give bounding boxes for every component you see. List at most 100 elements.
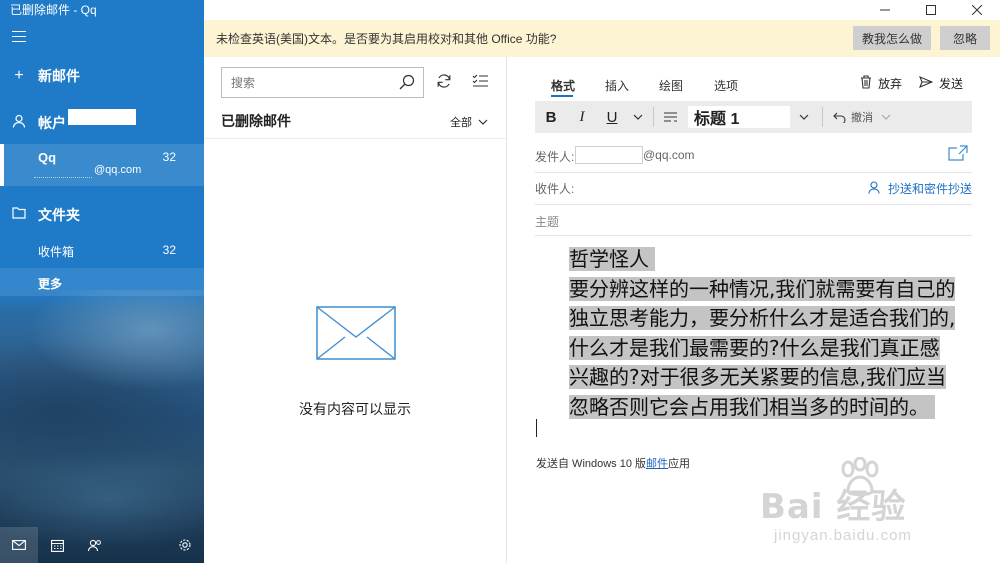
body-line-text: 独立思考能力，要分析什么才是适合我们的, bbox=[569, 306, 956, 331]
watermark-brand: Bai 经验 bbox=[760, 487, 907, 527]
ribbon-divider bbox=[653, 107, 654, 127]
style-dropdown-chevron-icon[interactable] bbox=[790, 101, 818, 133]
more-label: 更多 bbox=[38, 277, 63, 291]
person-icon bbox=[868, 180, 880, 197]
gear-icon[interactable] bbox=[166, 527, 204, 563]
popout-icon[interactable] bbox=[948, 145, 968, 164]
account-unread-count: 32 bbox=[162, 150, 176, 164]
redacted-email-prefix bbox=[34, 166, 92, 178]
from-email-suffix: @qq.com bbox=[643, 148, 695, 162]
subject-field[interactable]: 主题 bbox=[535, 213, 972, 236]
account-item-qq[interactable]: Qq 32 @qq.com bbox=[0, 144, 204, 186]
accounts-label: 帐户 bbox=[38, 115, 66, 131]
sync-icon[interactable] bbox=[436, 73, 452, 92]
inbox-label: 收件箱 bbox=[38, 245, 75, 259]
selection-mode-icon[interactable] bbox=[472, 73, 489, 91]
hamburger-menu-icon[interactable] bbox=[12, 31, 26, 43]
plus-icon: + bbox=[14, 67, 24, 84]
people-icon[interactable] bbox=[76, 527, 114, 563]
close-button[interactable] bbox=[954, 0, 1000, 20]
search-input[interactable]: 搜索 bbox=[221, 67, 424, 98]
watermark-url: jingyan.baidu.com bbox=[774, 527, 912, 544]
tab-draw[interactable]: 绘图 bbox=[659, 77, 683, 94]
signature: 发送自 Windows 10 版邮件应用 bbox=[536, 455, 690, 471]
to-field[interactable]: 收件人: 抄送和密件抄送 bbox=[535, 180, 972, 205]
body-line-text: 忽略否则它会占用我们相当多的时间的。 bbox=[569, 394, 929, 419]
folder-title: 已删除邮件 bbox=[221, 113, 291, 129]
ignore-button[interactable]: 忽略 bbox=[940, 26, 990, 50]
from-field[interactable]: 发件人: @qq.com bbox=[535, 145, 972, 173]
body-line: 忽略否则它会占用我们相当多的时间的。 bbox=[569, 393, 973, 423]
redo-chevron-icon bbox=[873, 101, 899, 133]
inbox-count: 32 bbox=[162, 243, 176, 257]
paragraph-format-icon[interactable] bbox=[658, 101, 682, 133]
cc-bcc-link[interactable]: 抄送和密件抄送 bbox=[868, 180, 972, 197]
to-label: 收件人: bbox=[535, 182, 575, 196]
style-selector[interactable]: 标题 1 bbox=[688, 106, 790, 128]
tab-options[interactable]: 选项 bbox=[714, 77, 738, 94]
discard-label: 放弃 bbox=[878, 77, 903, 91]
active-tab-indicator bbox=[551, 95, 573, 97]
trash-icon bbox=[860, 75, 872, 92]
tab-insert[interactable]: 插入 bbox=[605, 77, 629, 94]
chevron-down-icon bbox=[478, 116, 488, 128]
teach-me-button[interactable]: 教我怎么做 bbox=[853, 26, 931, 50]
account-email: @qq.com bbox=[94, 164, 142, 176]
signature-prefix: 发送自 Windows 10 版 bbox=[536, 458, 647, 470]
message-body[interactable]: 哲学怪人 要分辨这样的一种情况,我们就需要有自己的 独立思考能力，要分析什么才是… bbox=[569, 245, 973, 423]
underline-button[interactable]: U bbox=[597, 101, 627, 133]
text-caret bbox=[536, 419, 537, 437]
folders-header[interactable]: 文件夹 bbox=[0, 204, 204, 226]
sidebar: 已删除邮件 - Qq + 新邮件 帐户 Qq 32 @qq.com 文件夹 收件… bbox=[0, 0, 204, 563]
folder-item-inbox[interactable]: 收件箱 32 bbox=[0, 238, 204, 262]
body-line: 什么才是我们最需要的?什么是我们真正感 bbox=[569, 334, 973, 364]
italic-button[interactable]: I bbox=[567, 101, 597, 133]
person-icon bbox=[0, 114, 38, 133]
send-icon bbox=[919, 75, 934, 91]
baidu-jingyan-watermark: Bai 经验 jingyan.baidu.com bbox=[760, 455, 1000, 563]
notification-message: 未检查英语(美国)文本。是否要为其启用校对和其他 Office 功能? bbox=[216, 32, 557, 46]
folders-label: 文件夹 bbox=[38, 207, 80, 223]
from-label: 发件人: bbox=[535, 150, 575, 164]
redacted-sender-name bbox=[575, 146, 643, 164]
body-line-text: 什么才是我们最需要的?什么是我们真正感 bbox=[569, 335, 940, 360]
body-line-text: 哲学怪人 bbox=[569, 247, 649, 271]
account-name: Qq bbox=[38, 150, 57, 165]
search-placeholder: 搜索 bbox=[231, 76, 256, 90]
tab-format[interactable]: 格式 bbox=[551, 77, 575, 94]
search-icon[interactable] bbox=[399, 74, 415, 93]
new-mail-button[interactable]: + 新邮件 bbox=[0, 64, 204, 88]
subject-placeholder: 主题 bbox=[535, 215, 560, 229]
send-label: 发送 bbox=[939, 77, 964, 91]
mail-app: 已删除邮件 - Qq + 新邮件 帐户 Qq 32 @qq.com 文件夹 收件… bbox=[0, 0, 1000, 563]
undo-icon[interactable] bbox=[827, 101, 851, 133]
body-line-text: 要分辨这样的一种情况,我们就需要有自己的 bbox=[569, 276, 956, 301]
body-line-text: 兴趣的?对于很多无关紧要的信息,我们应当 bbox=[569, 365, 946, 390]
minimize-button[interactable] bbox=[862, 0, 908, 20]
discard-button[interactable]: 放弃 bbox=[860, 75, 902, 92]
folder-item-more[interactable]: 更多 bbox=[0, 268, 204, 296]
proofing-notification-bar: 未检查英语(美国)文本。是否要为其启用校对和其他 Office 功能? 教我怎么… bbox=[204, 20, 1000, 57]
new-mail-label: 新邮件 bbox=[38, 68, 80, 84]
signature-suffix: 应用 bbox=[668, 458, 691, 470]
selection-indicator bbox=[0, 144, 4, 186]
mail-app-link[interactable]: 邮件 bbox=[646, 458, 668, 470]
filter-dropdown[interactable]: 全部 bbox=[450, 114, 488, 130]
body-line: 要分辨这样的一种情况,我们就需要有自己的 bbox=[569, 275, 973, 305]
body-line: 兴趣的?对于很多无关紧要的信息,我们应当 bbox=[569, 363, 973, 393]
sidebar-bottom-bar bbox=[0, 527, 204, 563]
empty-state-message: 没有内容可以显示 bbox=[299, 401, 411, 417]
bold-button[interactable]: B bbox=[535, 101, 567, 133]
body-line: 哲学怪人 bbox=[569, 245, 973, 275]
empty-envelope-icon bbox=[316, 306, 396, 363]
calendar-icon[interactable] bbox=[38, 527, 76, 563]
mail-icon[interactable] bbox=[0, 527, 38, 563]
window-title: 已删除邮件 - Qq bbox=[10, 3, 97, 17]
message-list-pane: 搜索 已删除邮件 全部 没有内容可以显示 bbox=[204, 57, 507, 563]
undo-label[interactable]: 撤消 bbox=[851, 101, 873, 133]
maximize-button[interactable] bbox=[908, 0, 954, 20]
sidebar-background-image bbox=[0, 290, 204, 563]
send-button[interactable]: 发送 bbox=[919, 75, 963, 92]
font-options-chevron-icon[interactable] bbox=[627, 101, 649, 133]
ribbon-divider bbox=[822, 107, 823, 127]
